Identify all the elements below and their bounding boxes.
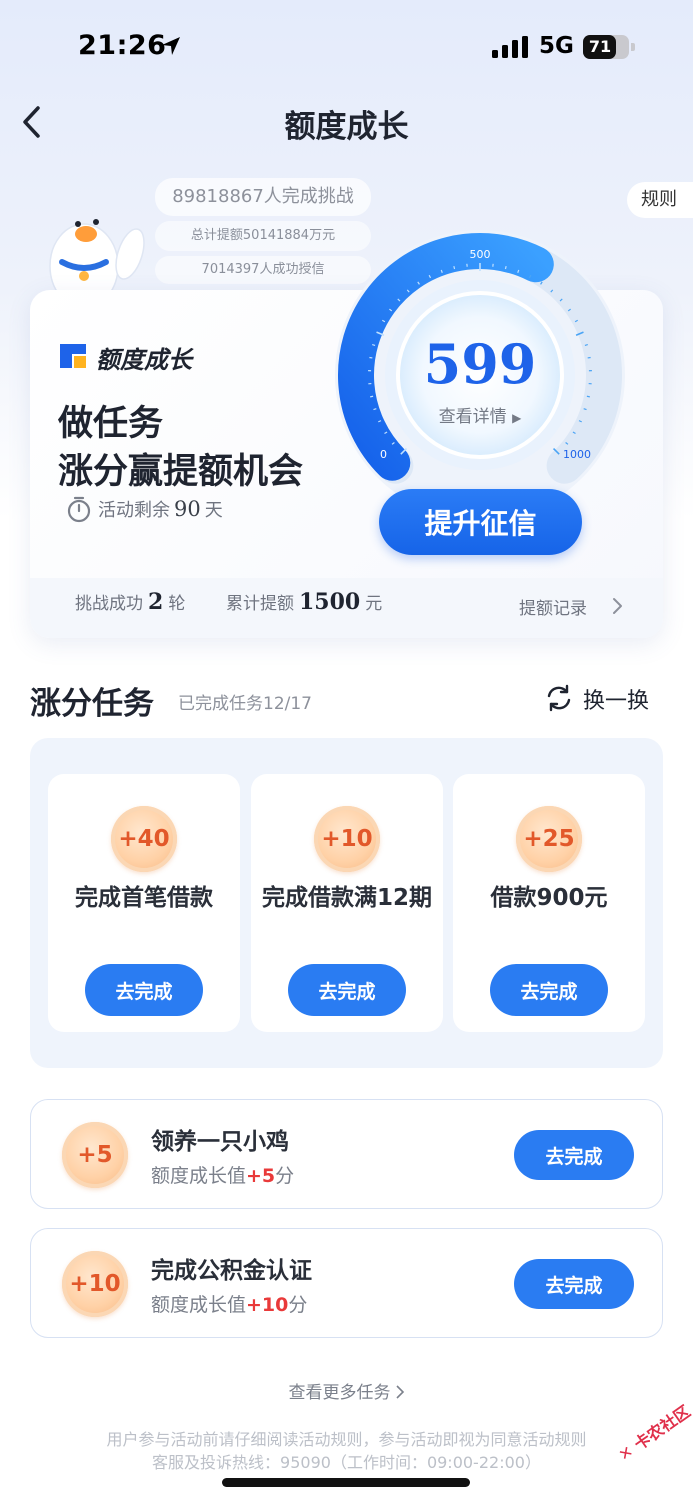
view-details-label: 查看详情	[438, 407, 507, 427]
task-row: +10 完成公积金认证 额度成长值+10分 去完成	[30, 1228, 663, 1338]
task-desc: 额度成长值+10分	[151, 1290, 307, 1317]
status-time: 21:26	[78, 30, 167, 61]
success-count: 2	[148, 589, 164, 615]
credit-score-value: 599	[423, 332, 537, 396]
task-go-button[interactable]: 去完成	[288, 964, 406, 1016]
task-go-button[interactable]: 去完成	[490, 964, 608, 1016]
status-bar: 21:26 5G 71	[0, 0, 693, 90]
boost-credit-button[interactable]: 提升征信	[379, 489, 582, 555]
desc-prefix: 额度成长值	[151, 1165, 247, 1187]
battery-icon: 71	[583, 35, 635, 59]
task-title: 领养一只小鸡	[151, 1129, 289, 1155]
gauge-tick	[370, 395, 374, 398]
gauge-tick	[453, 265, 456, 270]
gauge-tick	[372, 344, 376, 346]
tasks-progress: 已完成任务12/17	[178, 694, 312, 714]
task-desc: 额度成长值+5分	[151, 1161, 294, 1188]
task-title: 完成首笔借款	[75, 885, 213, 911]
desc-suffix: 分	[275, 1165, 295, 1187]
remaining-unit: 天	[204, 500, 223, 521]
activity-notice: 用户参与活动前请仔细阅读活动规则，参与活动即视为同意活动规则	[106, 1430, 587, 1449]
caret-right-icon: ▶	[512, 411, 522, 425]
task-go-button[interactable]: 去完成	[514, 1130, 634, 1180]
brand-logo-icon	[60, 344, 86, 368]
headline-line-2: 涨分赢提额机会	[58, 452, 304, 492]
desc-suffix: 分	[288, 1294, 308, 1316]
points-coin-icon: +10	[314, 806, 380, 872]
refresh-tasks-button[interactable]: 换一换	[583, 683, 649, 715]
desc-points: +5	[246, 1165, 276, 1187]
task-go-button[interactable]: 去完成	[514, 1259, 634, 1309]
activity-remaining: 活动剩余 90 天	[98, 496, 223, 522]
task-card: +10 完成借款满12期 去完成	[251, 774, 443, 1032]
points-coin-icon: +10	[62, 1251, 128, 1317]
task-title: 借款900元	[490, 885, 608, 911]
task-title: 完成公积金认证	[151, 1258, 312, 1284]
task-card: +40 完成首笔借款 去完成	[48, 774, 240, 1032]
remaining-days: 90	[174, 497, 201, 521]
more-tasks-link[interactable]: 查看更多任务	[0, 1378, 693, 1403]
points-coin-icon: +40	[111, 806, 177, 872]
task-title: 完成借款满12期	[261, 885, 432, 911]
chevron-right-icon[interactable]	[611, 597, 623, 615]
points-coin-icon: +5	[62, 1122, 128, 1188]
success-label: 挑战成功	[75, 594, 143, 614]
points-coin-icon: +25	[516, 806, 582, 872]
refresh-icon[interactable]	[544, 683, 574, 713]
brand-name: 额度成长	[96, 346, 192, 374]
gauge-tick-mid: 500	[470, 248, 491, 261]
gauge-tick	[586, 395, 590, 398]
gauge-tick	[584, 344, 588, 346]
network-label: 5G	[539, 33, 574, 59]
signal-icon	[492, 36, 528, 58]
increase-record-link[interactable]: 提额记录	[519, 594, 587, 619]
task-row: +5 领养一只小鸡 额度成长值+5分 去完成	[30, 1099, 663, 1209]
stopwatch-icon	[67, 496, 91, 523]
tasks-section-title: 涨分任务	[30, 686, 154, 722]
remaining-label: 活动剩余	[98, 500, 170, 521]
more-tasks-label: 查看更多任务	[288, 1383, 391, 1403]
gauge-tick-min: 0	[380, 448, 387, 461]
view-details-link[interactable]: 查看详情 ▶	[397, 402, 563, 427]
success-unit: 轮	[168, 594, 186, 614]
desc-prefix: 额度成长值	[151, 1294, 247, 1316]
page-title: 额度成长	[284, 109, 409, 145]
total-increase-amount-stat: 累计提额 1500 元	[226, 589, 382, 615]
battery-level: 71	[588, 37, 612, 56]
total-label: 累计提额	[226, 594, 294, 614]
desc-points: +10	[246, 1294, 289, 1316]
total-unit: 元	[365, 594, 383, 614]
location-arrow-icon	[162, 37, 180, 55]
task-go-button[interactable]: 去完成	[85, 964, 203, 1016]
total-amount: 1500	[299, 589, 361, 615]
gauge-tick	[504, 265, 507, 270]
headline-line-1: 做任务	[58, 404, 164, 444]
task-card: +25 借款900元 去完成	[453, 774, 645, 1032]
home-indicator[interactable]	[222, 1478, 470, 1487]
success-rounds-stat: 挑战成功 2 轮	[75, 589, 185, 615]
rules-button[interactable]: 规则	[627, 182, 693, 218]
chevron-right-icon	[395, 1385, 404, 1399]
hotline-notice: 客服及投诉热线：95090（工作时间：09:00-22:00）	[152, 1453, 541, 1472]
gauge-tick-max: 1000	[563, 448, 591, 461]
